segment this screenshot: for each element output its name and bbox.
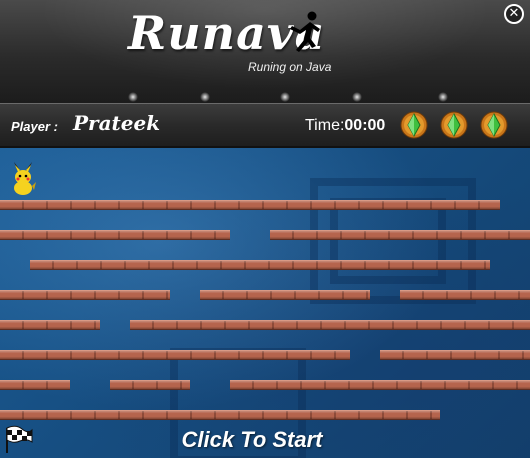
brick-platform [0,200,500,210]
status-bar: Player : Prateek Time:00:00 [0,103,530,148]
brick-platform [200,290,370,300]
life-gem-icon [440,111,468,139]
brick-platform [0,410,440,420]
header-banner: Runava Runing on Java ✕ [0,0,530,103]
time-label: Time: [305,117,345,134]
runner-icon [290,11,320,52]
playfield[interactable]: Click To Start [0,148,530,458]
background-pattern [330,198,446,284]
brick-platform [270,230,530,240]
brick-platform [30,260,490,270]
timer: Time:00:00 [305,117,385,135]
brick-platform [0,350,350,360]
life-gem-icon [480,111,508,139]
header-light-strip [120,88,450,104]
game-window: Runava Runing on Java ✕ Player : Prateek… [0,0,530,458]
brick-platform [0,230,230,240]
click-to-start-button[interactable]: Click To Start [0,427,504,453]
close-button[interactable]: ✕ [504,4,524,24]
player-name: Prateek [73,111,161,135]
player-label: Player : [11,119,58,134]
time-value: 00:00 [344,117,386,134]
brick-platform [380,350,530,360]
brick-platform [400,290,530,300]
brick-platform [0,290,170,300]
brick-platform [110,380,190,390]
pikachu-player [14,162,36,195]
brick-platform [0,320,100,330]
brick-platform [130,320,530,330]
tagline: Runing on Java [248,60,332,74]
brick-platform [0,380,70,390]
life-gem-icon [400,111,428,139]
brick-platform [230,380,530,390]
